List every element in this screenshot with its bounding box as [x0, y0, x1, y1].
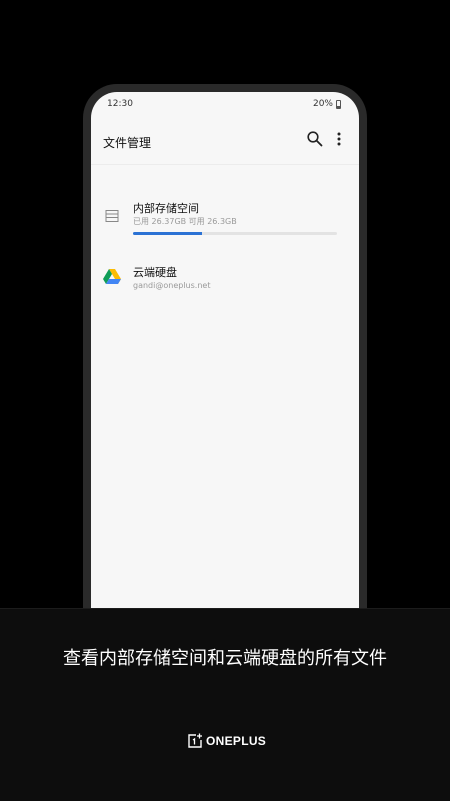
- app-title: 文件管理: [103, 136, 152, 150]
- feature-caption: 查看内部存储空间和云端硬盘的所有文件: [63, 648, 387, 669]
- search-icon[interactable]: [306, 130, 324, 148]
- status-time: 12:30: [107, 99, 133, 109]
- storage-usage-text: 已用 26.37GB 可用 26.3GB: [133, 217, 237, 226]
- battery-icon: [336, 99, 341, 109]
- internal-storage-item[interactable]: 内部存储空间 已用 26.37GB 可用 26.3GB: [91, 190, 359, 246]
- status-right: 20%: [313, 99, 341, 109]
- drive-account: gandi@oneplus.net: [133, 281, 211, 290]
- oneplus-logo: ONEPLUS: [187, 733, 266, 749]
- storage-progress-bar: [133, 232, 337, 235]
- app-bar: 文件管理: [91, 120, 359, 165]
- phone-screen: 12:30 20% 文件管理 内部存储空间 已用 26.37GB 可用 26.3…: [91, 92, 359, 632]
- oneplus-logo-icon: [188, 733, 202, 748]
- storage-icon: [105, 210, 119, 222]
- cloud-drive-item[interactable]: 云端硬盘 gandi@oneplus.net: [91, 256, 359, 302]
- battery-percent: 20%: [312, 99, 333, 109]
- storage-title: 内部存储空间: [133, 202, 199, 215]
- caption-panel: 查看内部存储空间和云端硬盘的所有文件 ONEPLUS: [0, 608, 450, 801]
- status-bar: 12:30 20%: [91, 92, 359, 116]
- storage-progress-fill: [133, 232, 203, 235]
- drive-title: 云端硬盘: [133, 266, 177, 279]
- google-drive-icon: [103, 269, 121, 284]
- brand-text: ONEPLUS: [206, 734, 267, 748]
- more-vert-icon[interactable]: [331, 130, 347, 148]
